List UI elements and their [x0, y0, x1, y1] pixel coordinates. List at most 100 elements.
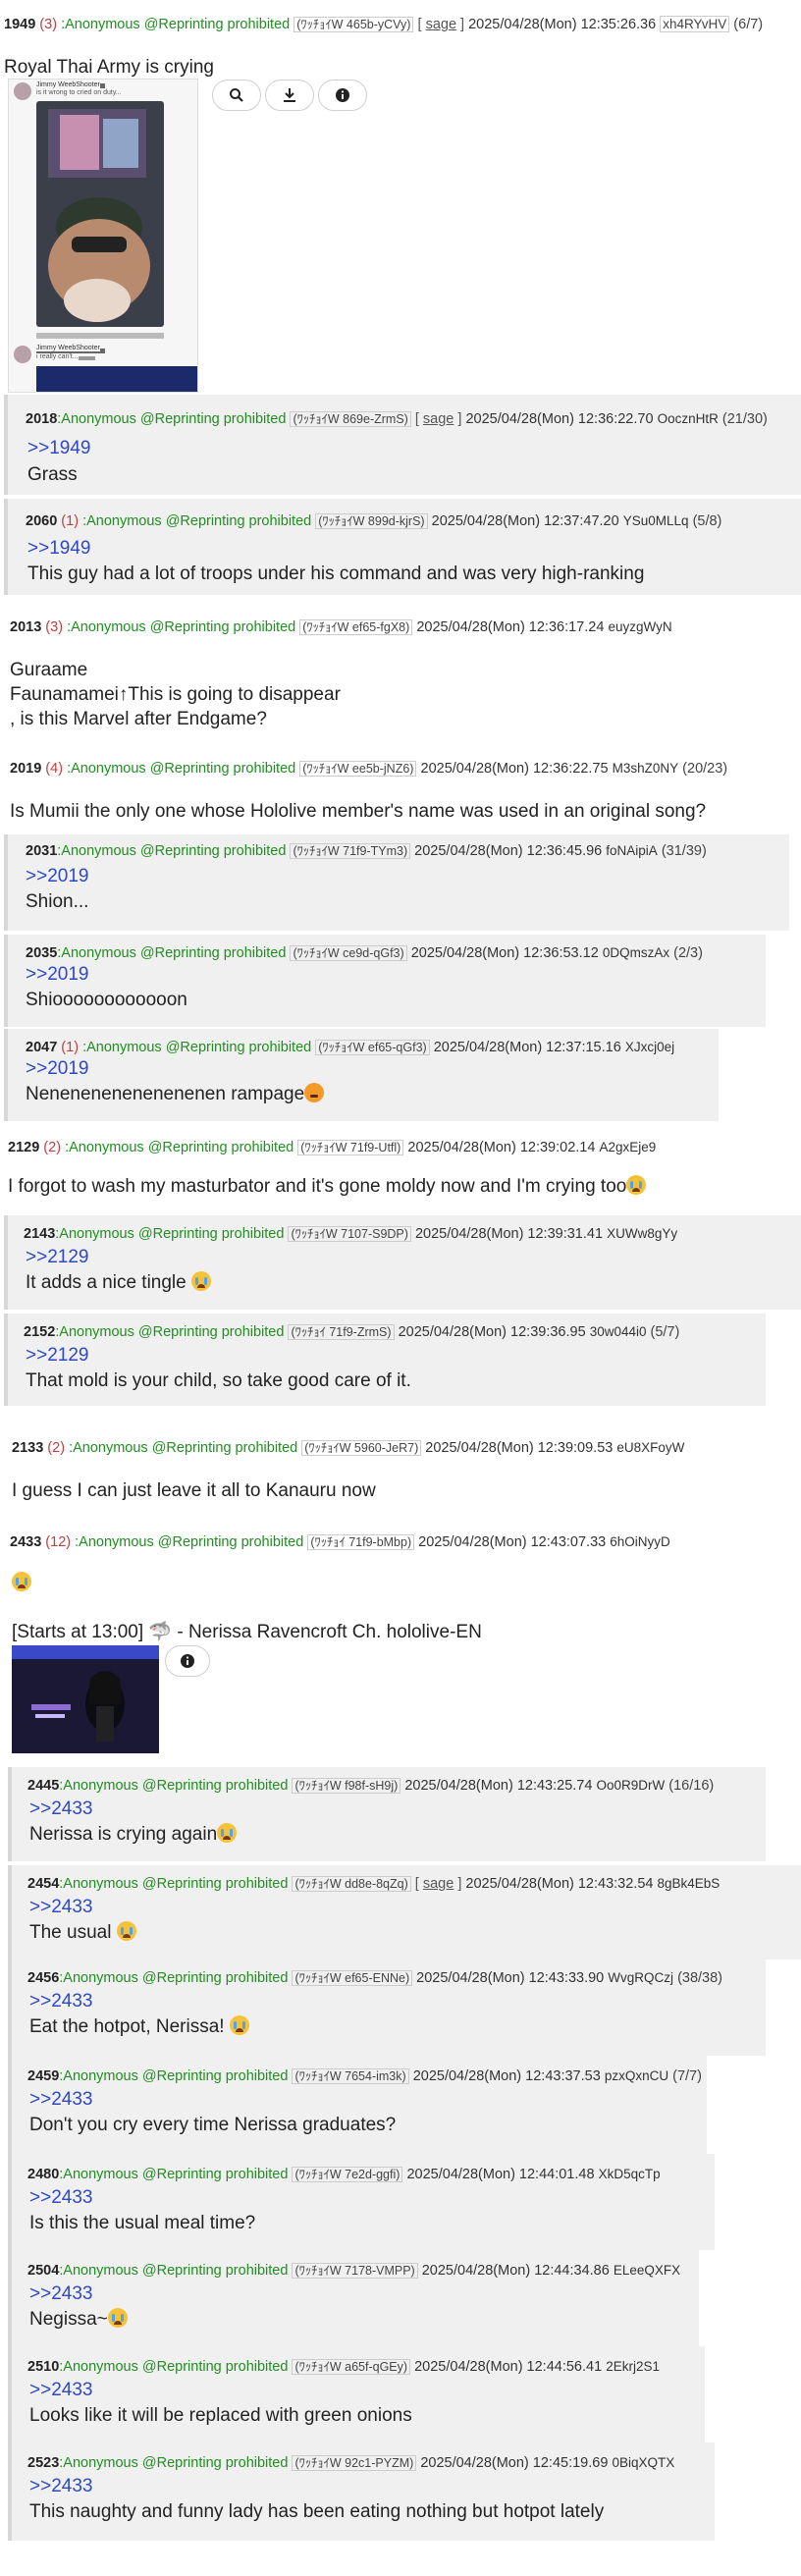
user-id[interactable]: foNAipiA	[606, 843, 658, 858]
post-number[interactable]: 2013	[10, 619, 41, 635]
user-id[interactable]: Oo0R9DrW	[596, 1778, 665, 1793]
reply-count[interactable]: (2)	[43, 1140, 61, 1155]
quote-link[interactable]: >>2433	[29, 2476, 92, 2497]
post-number[interactable]: 2129	[8, 1140, 39, 1155]
poster-id[interactable]: (ﾜｯﾁｮｲW 71f9-TYm3)	[290, 843, 411, 859]
reply-count[interactable]: (3)	[39, 17, 57, 32]
reply-count[interactable]: (3)	[45, 619, 63, 635]
quote-link[interactable]: >>2433	[29, 1991, 92, 2012]
post-number[interactable]: 2445	[27, 1778, 59, 1794]
user-id[interactable]: XkD5qcTp	[599, 2167, 661, 2181]
poster-id[interactable]: (ﾜｯﾁｮｲW 899d-kjrS)	[315, 513, 428, 529]
reply-count[interactable]: (1)	[61, 1040, 79, 1055]
post-number[interactable]: 2433	[10, 1534, 41, 1550]
post-number[interactable]: 2504	[27, 2263, 59, 2279]
search-image-button[interactable]	[212, 80, 261, 111]
user-id[interactable]: ELeeQXFX	[614, 2263, 680, 2278]
user-id[interactable]: XJxcj0ej	[625, 1040, 674, 1054]
poster-id[interactable]: (ﾜｯﾁｮｲW 465b-yCVy)	[294, 17, 414, 32]
quote-link[interactable]: >>2129	[26, 1345, 88, 1367]
post-body: Nerissa is crying again	[29, 1822, 238, 1847]
image-info-button[interactable]	[318, 80, 367, 111]
post-number[interactable]: 2035	[26, 945, 57, 961]
poster-id[interactable]: (ﾜｯﾁｮｲW 5960-JeR7)	[301, 1440, 422, 1456]
poster-id[interactable]: (ﾜｯﾁｮｲ 71f9-bMbp)	[307, 1534, 415, 1550]
poster-id[interactable]: (ﾜｯﾁｮｲW 7654-im3k)	[292, 2068, 409, 2084]
user-id[interactable]: XUWw8gYy	[607, 1226, 677, 1241]
user-id[interactable]: pzxQxnCU	[605, 2068, 668, 2083]
poster-id[interactable]: (ﾜｯﾁｮｲW ee5b-jNZ6)	[299, 761, 417, 777]
post-number[interactable]: 2133	[12, 1440, 43, 1456]
poster-id[interactable]: (ﾜｯﾁｮｲW ce9d-qGf3)	[290, 945, 407, 961]
post-number[interactable]: 2454	[27, 1876, 59, 1892]
post-number[interactable]: 2480	[27, 2167, 59, 2182]
quote-link[interactable]: >>2433	[29, 2187, 92, 2209]
user-id[interactable]: 0DQmszAx	[603, 945, 669, 960]
post-header: 2018:Anonymous @Reprinting prohibited (ﾜ…	[26, 408, 768, 427]
reply-count[interactable]: (1)	[61, 513, 79, 529]
poster-id[interactable]: (ﾜｯﾁｮｲW dd8e-8qZq)	[292, 1876, 411, 1892]
poster-id[interactable]: (ﾜｯﾁｮｲW 92c1-PYZM)	[292, 2455, 417, 2471]
video-info-button[interactable]	[165, 1645, 210, 1677]
quote-link[interactable]: >>1949	[27, 438, 90, 459]
user-id[interactable]: euyzgWyN	[608, 619, 671, 634]
quote-link[interactable]: >>2019	[26, 866, 88, 887]
quote-link[interactable]: >>2433	[29, 1798, 92, 1820]
download-image-button[interactable]	[265, 80, 314, 111]
video-embed-title[interactable]: [Starts at 13:00] 🦈 - Nerissa Ravencroft…	[12, 1620, 482, 1644]
post-number[interactable]: 2047	[26, 1040, 57, 1055]
poster-id[interactable]: (ﾜｯﾁｮｲW f98f-sH9j)	[292, 1778, 401, 1794]
post-number[interactable]: 2019	[10, 761, 41, 777]
user-id[interactable]: 30w044i0	[590, 1324, 647, 1339]
reply-count[interactable]: (4)	[45, 761, 63, 777]
post-number[interactable]: 2456	[27, 1970, 59, 1986]
quote-link[interactable]: >>2129	[26, 1247, 88, 1268]
user-id[interactable]: OocznHtR	[658, 411, 719, 426]
video-thumbnail[interactable]	[12, 1645, 159, 1753]
post-number[interactable]: 2152	[24, 1324, 55, 1340]
post-header: 2510:Anonymous @Reprinting prohibited (ﾜ…	[27, 2356, 660, 2375]
user-id[interactable]: 0BiqXQTX	[612, 2455, 674, 2470]
poster-id[interactable]: (ﾜｯﾁｮｲW 7107-S9DP)	[288, 1226, 411, 1242]
post-image[interactable]: Jimmy WeebShooter is it wrong to cried o…	[8, 79, 198, 393]
quote-link[interactable]: >>2019	[26, 964, 88, 986]
quote-link[interactable]: >>2433	[29, 2283, 92, 2305]
user-id[interactable]: A2gxEje9	[599, 1140, 656, 1154]
quote-link[interactable]: >>2433	[29, 2380, 92, 2401]
user-id[interactable]: 6hOiNyyD	[610, 1534, 670, 1549]
post-date: 2025/04/28(Mon) 12:36:22.75	[420, 761, 609, 777]
poster-id[interactable]: (ﾜｯﾁｮｲW ef65-ENNe)	[292, 1970, 413, 1986]
post-number[interactable]: 2143	[24, 1226, 55, 1242]
post-number[interactable]: 2060	[26, 513, 57, 529]
quote-link[interactable]: >>2433	[29, 2089, 92, 2111]
post-number[interactable]: 2523	[27, 2455, 59, 2471]
user-id[interactable]: eU8XFoyW	[616, 1440, 684, 1455]
post-number[interactable]: 2031	[26, 843, 57, 859]
poster-id[interactable]: (ﾜｯﾁｮｲW ef65-fgX8)	[299, 619, 413, 635]
user-id[interactable]: 2Ekrj2S1	[606, 2359, 660, 2374]
poster-id[interactable]: (ﾜｯﾁｮｲW ef65-qGf3)	[315, 1040, 430, 1055]
user-id[interactable]: M3shZ0NY	[613, 761, 679, 776]
reply-count[interactable]: (12)	[45, 1534, 71, 1550]
user-id[interactable]: 8gBk4EbS	[658, 1876, 721, 1891]
quote-link[interactable]: >>2433	[29, 1897, 92, 1918]
post-number[interactable]: 2510	[27, 2359, 59, 2375]
post-header: 2456:Anonymous @Reprinting prohibited (ﾜ…	[27, 1967, 722, 1986]
post-number[interactable]: 2459	[27, 2068, 59, 2084]
user-id[interactable]: xh4RYvHV	[660, 16, 730, 32]
poster-id[interactable]: (ﾜｯﾁｮｲ 71f9-ZrmS)	[288, 1324, 395, 1340]
quote-link[interactable]: >>2019	[26, 1058, 88, 1080]
user-id[interactable]: YSu0MLLq	[623, 513, 689, 528]
poster-id[interactable]: (ﾜｯﾁｮｲW 7178-VMPP)	[292, 2263, 418, 2279]
user-id[interactable]: WvgRQCzj	[608, 1970, 673, 1985]
poster-id[interactable]: (ﾜｯﾁｮｲW 7e2d-ggfi)	[292, 2167, 403, 2182]
quote-link[interactable]: >>1949	[27, 538, 90, 560]
poster-id[interactable]: (ﾜｯﾁｮｲW 869e-ZrmS)	[290, 411, 411, 427]
poster-id[interactable]: (ﾜｯﾁｮｲW 71f9-Utfl)	[297, 1140, 404, 1155]
loudly-crying-face-icon	[191, 1271, 211, 1291]
poster-name: :Anonymous @Reprinting prohibited	[67, 761, 296, 777]
post-number[interactable]: 2018	[26, 411, 57, 427]
reply-count[interactable]: (2)	[47, 1440, 65, 1456]
post-number[interactable]: 1949	[4, 17, 35, 32]
poster-id[interactable]: (ﾜｯﾁｮｲW a65f-qGEy)	[292, 2359, 411, 2375]
